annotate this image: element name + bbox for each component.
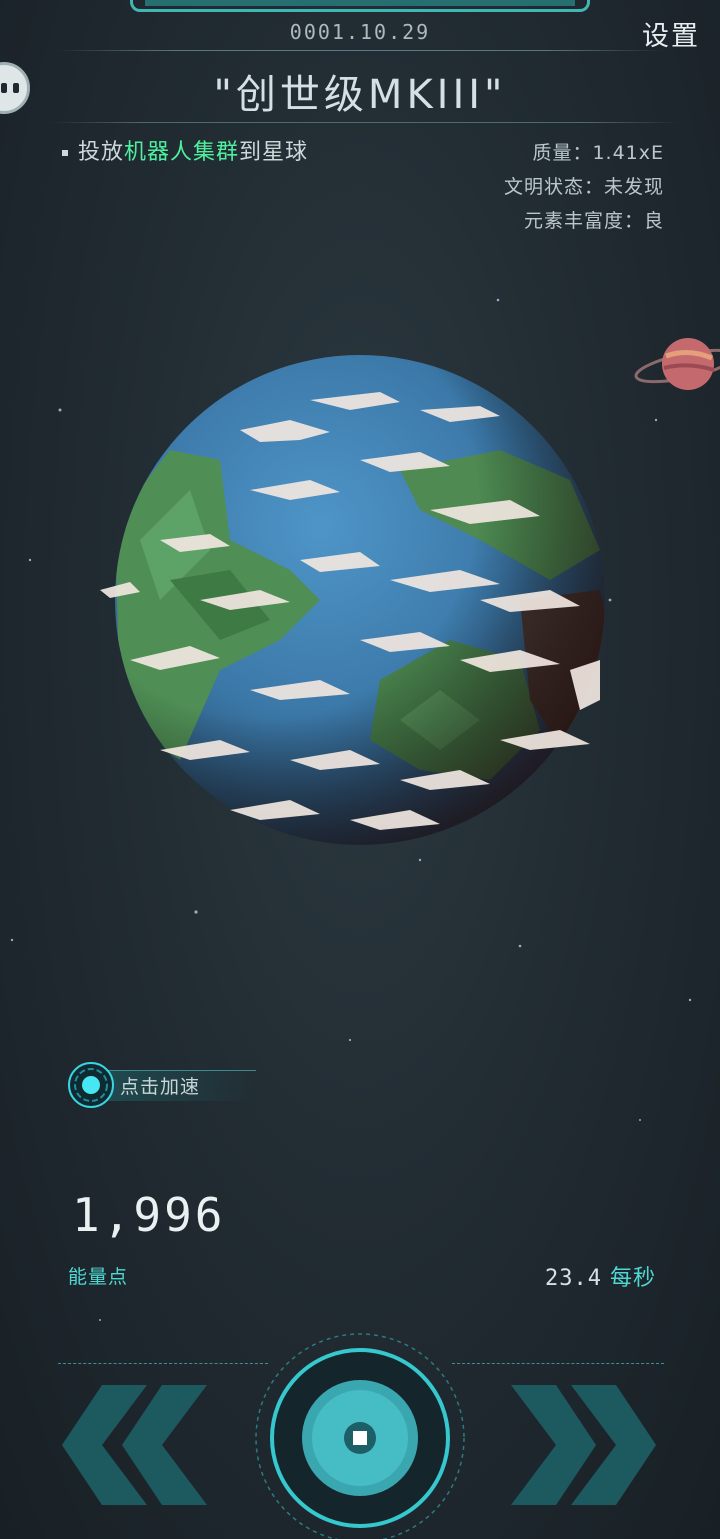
game-screen: 0001.10.29 设置 "创世级MKIII" 投放机器人集群到星球 质量：1… [0,0,720,1539]
core-button[interactable] [252,1330,468,1539]
core-button-icon [255,1333,465,1539]
control-divider-right [452,1363,664,1364]
next-button[interactable] [506,1385,656,1505]
distant-planet-icon[interactable] [630,330,720,400]
energy-value: 1,996 [72,1188,226,1242]
energy-label: 能量点 [68,1266,129,1288]
control-divider-left [58,1363,268,1364]
energy-rate-unit: 每秒 [609,1266,656,1291]
double-chevron-left-icon [62,1385,207,1505]
planet-graphic [100,355,605,845]
accelerate-label: 点击加速 [120,1076,201,1098]
energy-rate: 23.4 每秒 [545,1260,656,1292]
previous-button[interactable] [62,1385,212,1505]
energy-rate-value: 23.4 [545,1266,602,1291]
accelerate-icon [68,1062,114,1108]
saturn-graphic [634,338,720,390]
double-chevron-right-icon [511,1385,656,1505]
accelerate-button[interactable]: 点击加速 [66,1060,256,1110]
planet[interactable] [100,340,620,860]
